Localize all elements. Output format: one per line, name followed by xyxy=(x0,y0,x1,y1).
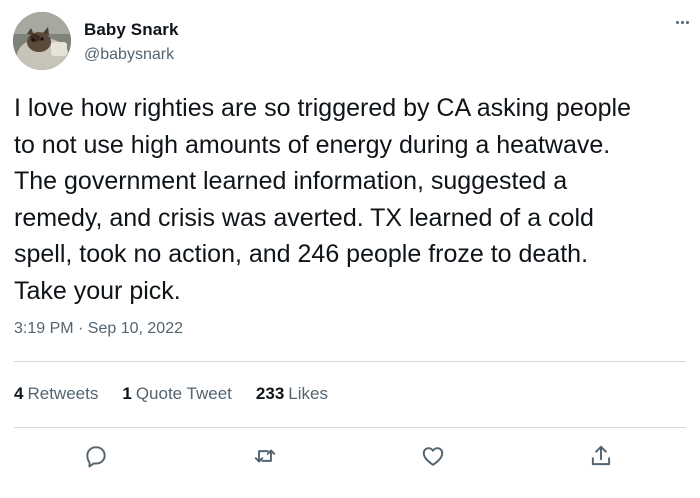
retweet-button[interactable] xyxy=(247,438,283,474)
retweets-count: 4 xyxy=(14,384,24,403)
retweets-stat[interactable]: 4 Retweets xyxy=(14,384,98,403)
user-handle[interactable]: @babysnark xyxy=(84,46,174,64)
retweets-label: Retweets xyxy=(27,384,99,403)
divider xyxy=(14,427,686,428)
quote-tweets-stat[interactable]: 1 Quote Tweet xyxy=(122,384,232,403)
tweet-text: I love how righties are so triggered by … xyxy=(14,90,690,309)
avatar[interactable] xyxy=(13,12,71,70)
like-icon xyxy=(422,447,444,466)
tweet-text-line: spell, took no action, and 246 people fr… xyxy=(14,240,589,268)
tweet-timestamp[interactable]: 3:19 PM · Sep 10, 2022 xyxy=(14,320,183,338)
tweet-text-line: I love how righties are so triggered by … xyxy=(14,94,632,122)
share-icon xyxy=(591,445,611,466)
more-options-icon[interactable] xyxy=(670,12,694,32)
engagement-stats: 4 Retweets 1 Quote Tweet 233 Likes xyxy=(14,384,328,404)
tweet-text-line: to not use high amounts of energy during… xyxy=(14,130,611,159)
like-button[interactable] xyxy=(415,438,451,474)
retweet-icon xyxy=(254,449,276,463)
share-button[interactable] xyxy=(583,438,619,474)
likes-stat[interactable]: 233 Likes xyxy=(256,384,328,403)
display-name[interactable]: Baby Snark xyxy=(84,20,179,40)
tweet-text-line: Take your pick. xyxy=(14,276,181,305)
quote-tweets-count: 1 xyxy=(122,384,132,403)
avatar-photo-icon xyxy=(13,12,71,70)
reply-button[interactable] xyxy=(78,438,114,474)
tweet-text-line: remedy, and crisis was averted. TX learn… xyxy=(14,203,594,232)
quote-tweets-label: Quote Tweet xyxy=(135,384,232,403)
likes-count: 233 xyxy=(255,384,285,403)
tweet-card: Baby Snark @babysnark I love how rightie… xyxy=(0,0,700,498)
divider xyxy=(14,361,686,362)
likes-label: Likes xyxy=(288,384,328,403)
tweet-text-line: The government learned information, sugg… xyxy=(14,167,568,195)
reply-icon xyxy=(86,446,106,468)
